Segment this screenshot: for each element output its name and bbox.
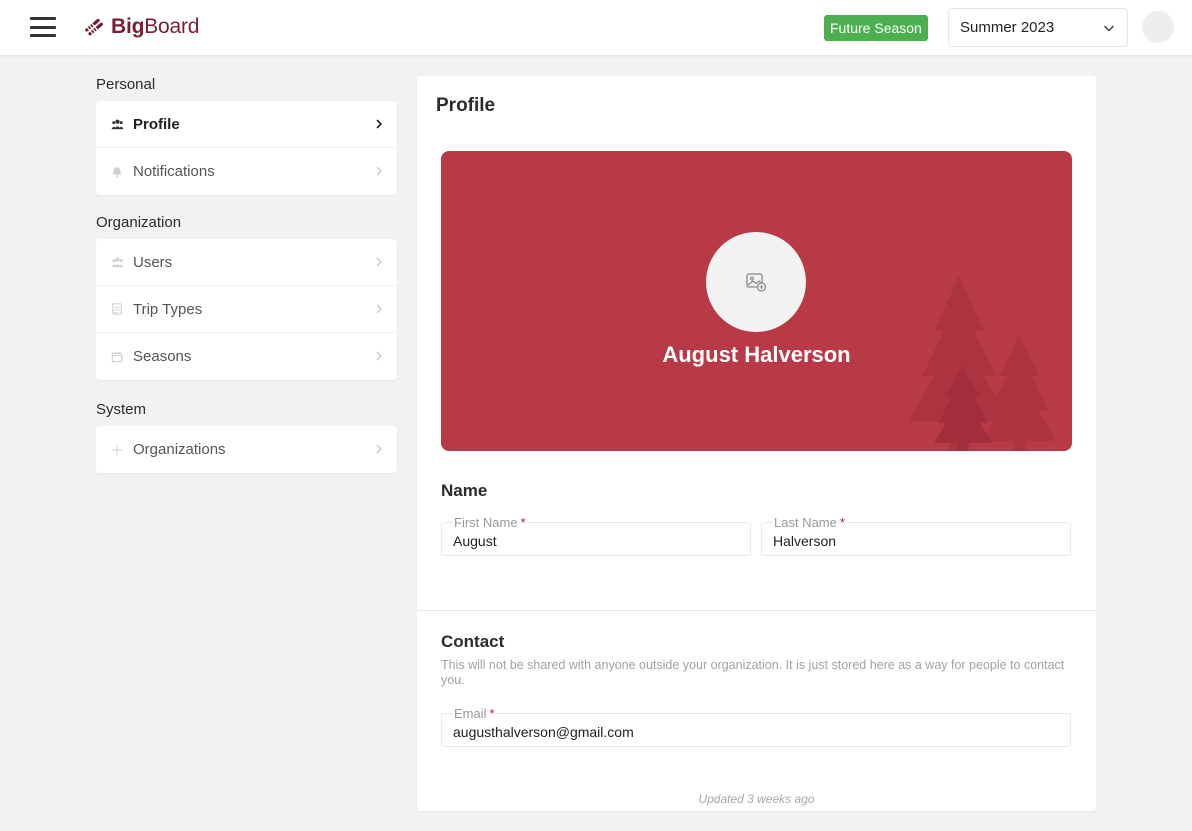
sidebar-item-label: Notifications [133, 163, 215, 180]
first-name-input[interactable] [453, 532, 739, 550]
chevron-right-icon [376, 119, 383, 129]
required-marker: * [839, 515, 845, 530]
user-avatar[interactable] [1142, 11, 1174, 43]
app-logo[interactable]: BigBoard [84, 15, 199, 39]
profile-photo-upload[interactable] [706, 232, 806, 332]
calendar-icon [110, 350, 124, 364]
ski-logo-icon [85, 18, 103, 36]
bell-icon [110, 165, 124, 179]
nav-group-system: Organizations [96, 426, 397, 473]
first-name-field[interactable]: First Name * [441, 516, 751, 556]
sidebar-item-trip-types[interactable]: Trip Types [96, 286, 397, 333]
menu-icon[interactable] [30, 17, 56, 37]
document-icon [110, 302, 124, 316]
sidebar-item-users[interactable]: Users [96, 239, 397, 286]
contact-section-title: Contact [441, 632, 505, 651]
sidebar-item-label: Seasons [133, 348, 192, 365]
settings-sidebar: Personal Profile Notifications Organizat… [96, 55, 397, 473]
nav-group-personal: Profile Notifications [96, 101, 397, 195]
profile-card: Profile August Halverson Name First Name… [417, 76, 1096, 811]
required-marker: * [489, 706, 495, 721]
users-icon [110, 255, 124, 269]
email-label: Email * [453, 706, 496, 721]
first-name-label: First Name * [453, 515, 527, 530]
sidebar-item-seasons[interactable]: Seasons [96, 333, 397, 380]
add-image-icon [746, 273, 767, 292]
app-name: BigBoard [111, 15, 200, 38]
section-divider [417, 610, 1096, 611]
sidebar-item-label: Users [133, 253, 173, 271]
section-title-organization: Organization [96, 214, 182, 231]
section-title-personal: Personal [96, 76, 156, 93]
nav-group-organization: Users Trip Types Seasons [96, 239, 397, 380]
email-input[interactable] [453, 723, 1059, 741]
chevron-right-icon [376, 351, 382, 361]
chevron-right-icon [376, 257, 382, 267]
last-name-input[interactable] [773, 532, 1059, 550]
chevron-right-icon [376, 444, 382, 454]
last-name-field[interactable]: Last Name * [761, 516, 1071, 556]
sidebar-item-label: Profile [133, 115, 180, 133]
chevron-down-icon [1103, 25, 1115, 32]
season-status-badge: Future Season [824, 15, 928, 41]
section-title-system: System [96, 401, 147, 418]
page-title: Profile [436, 95, 496, 116]
sidebar-item-organizations[interactable]: Organizations [96, 426, 397, 473]
sidebar-item-label: Organizations [133, 441, 226, 458]
top-bar: BigBoard Future Season Summer 2023 [0, 0, 1192, 55]
season-select-value: Summer 2023 [960, 19, 1055, 36]
name-section-title: Name [441, 481, 488, 500]
season-select[interactable]: Summer 2023 [948, 8, 1128, 47]
sidebar-item-profile[interactable]: Profile [96, 101, 397, 148]
email-field[interactable]: Email * [441, 707, 1071, 747]
users-icon [110, 117, 124, 131]
sidebar-item-label: Trip Types [133, 300, 203, 318]
required-marker: * [520, 515, 526, 530]
profile-display-name: August Halverson [662, 342, 851, 367]
contact-description: This will not be shared with anyone outs… [441, 658, 1065, 687]
sidebar-item-notifications[interactable]: Notifications [96, 148, 397, 195]
chevron-right-icon [376, 304, 382, 314]
plus-icon [110, 443, 124, 457]
chevron-right-icon [376, 166, 382, 176]
last-name-label: Last Name * [773, 515, 846, 530]
profile-banner: August Halverson [441, 151, 1072, 451]
last-updated-text: Updated 3 weeks ago [698, 792, 815, 806]
